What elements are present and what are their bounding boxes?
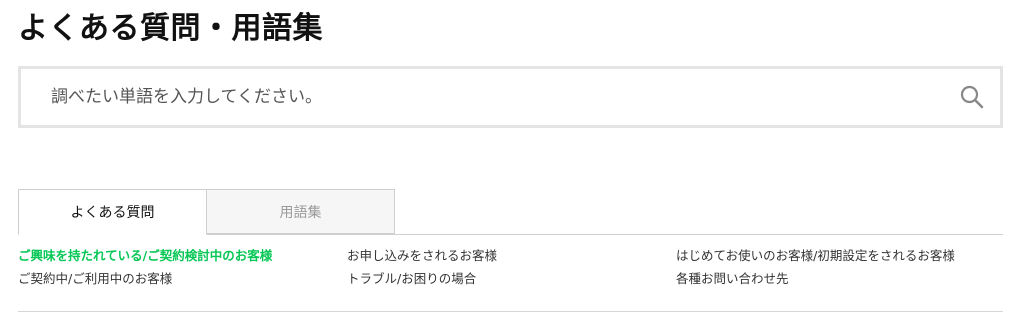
tab-bar: よくある質問 用語集 xyxy=(18,189,1003,235)
category-link-considering[interactable]: ご興味を持たれている/ご契約検討中のお客様 xyxy=(18,247,272,265)
tab-faq[interactable]: よくある質問 xyxy=(18,189,207,235)
search-box xyxy=(18,66,1003,128)
search-button[interactable] xyxy=(956,81,988,113)
faq-page: よくある質問・用語集 よくある質問 用語集 ご興味を持たれている/ご契約検討中の… xyxy=(0,0,1024,329)
category-link-trouble[interactable]: トラブル/お困りの場合 xyxy=(347,270,476,288)
search-input[interactable] xyxy=(21,69,941,125)
category-link-first-time[interactable]: はじめてお使いのお客様/初期設定をされるお客様 xyxy=(676,247,955,265)
tab-glossary[interactable]: 用語集 xyxy=(206,189,395,234)
search-icon xyxy=(960,85,984,109)
divider xyxy=(18,311,1003,312)
category-link-contracted[interactable]: ご契約中/ご利用中のお客様 xyxy=(18,270,172,288)
page-title: よくある質問・用語集 xyxy=(18,11,323,46)
category-link-applying[interactable]: お申し込みをされるお客様 xyxy=(347,247,497,265)
tab-faq-label: よくある質問 xyxy=(70,205,155,221)
tab-glossary-label: 用語集 xyxy=(279,204,322,221)
category-link-contact[interactable]: 各種お問い合わせ先 xyxy=(676,270,789,288)
